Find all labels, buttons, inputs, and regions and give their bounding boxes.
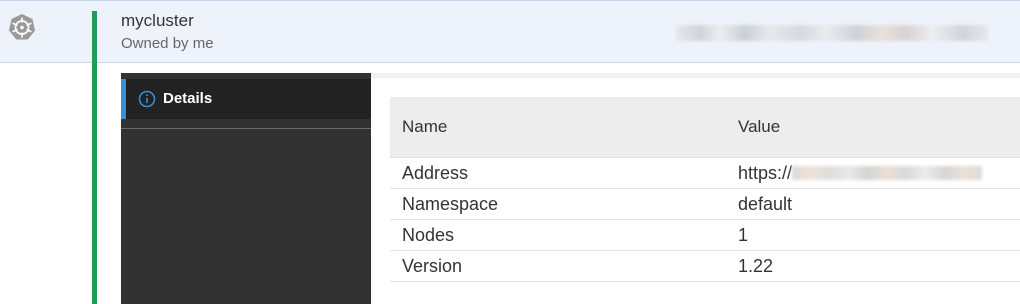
table-row: Nodes 1 [390,219,1020,251]
table-row: Address https:// [390,157,1020,189]
column-header-value: Value [738,117,781,136]
table-row: Namespace default [390,188,1020,220]
sidebar-divider [121,128,371,129]
sidebar-item-label: Details [163,90,213,107]
table-header-row: Name Value [390,97,1020,158]
cluster-name[interactable]: mycluster [121,11,194,31]
row-name: Namespace [390,188,726,220]
row-value: default [726,188,1020,220]
sidebar-item-details[interactable]: Details [121,79,371,119]
cluster-row[interactable]: mycluster Owned by me [0,0,1020,63]
column-header-name: Name [402,117,448,136]
content-top-strip [371,73,1020,78]
row-name: Version [390,250,726,282]
redacted-metadata [676,25,988,41]
details-sidebar: Details [121,73,371,304]
expanded-indicator-bar [92,11,97,304]
row-value: 1.22 [726,250,1020,282]
row-name: Nodes [390,219,726,251]
address-value: https:// [738,162,793,183]
redacted-address [792,165,983,180]
table-row: Version 1.22 [390,250,1020,282]
details-table: Name Value Address https:// Namespace de… [390,97,1020,282]
row-name: Address [390,157,726,189]
kubernetes-icon [9,14,35,40]
row-value: 1 [726,219,1020,251]
info-icon [138,90,156,108]
row-value: https:// [726,157,1020,189]
cluster-owner: Owned by me [121,35,214,52]
